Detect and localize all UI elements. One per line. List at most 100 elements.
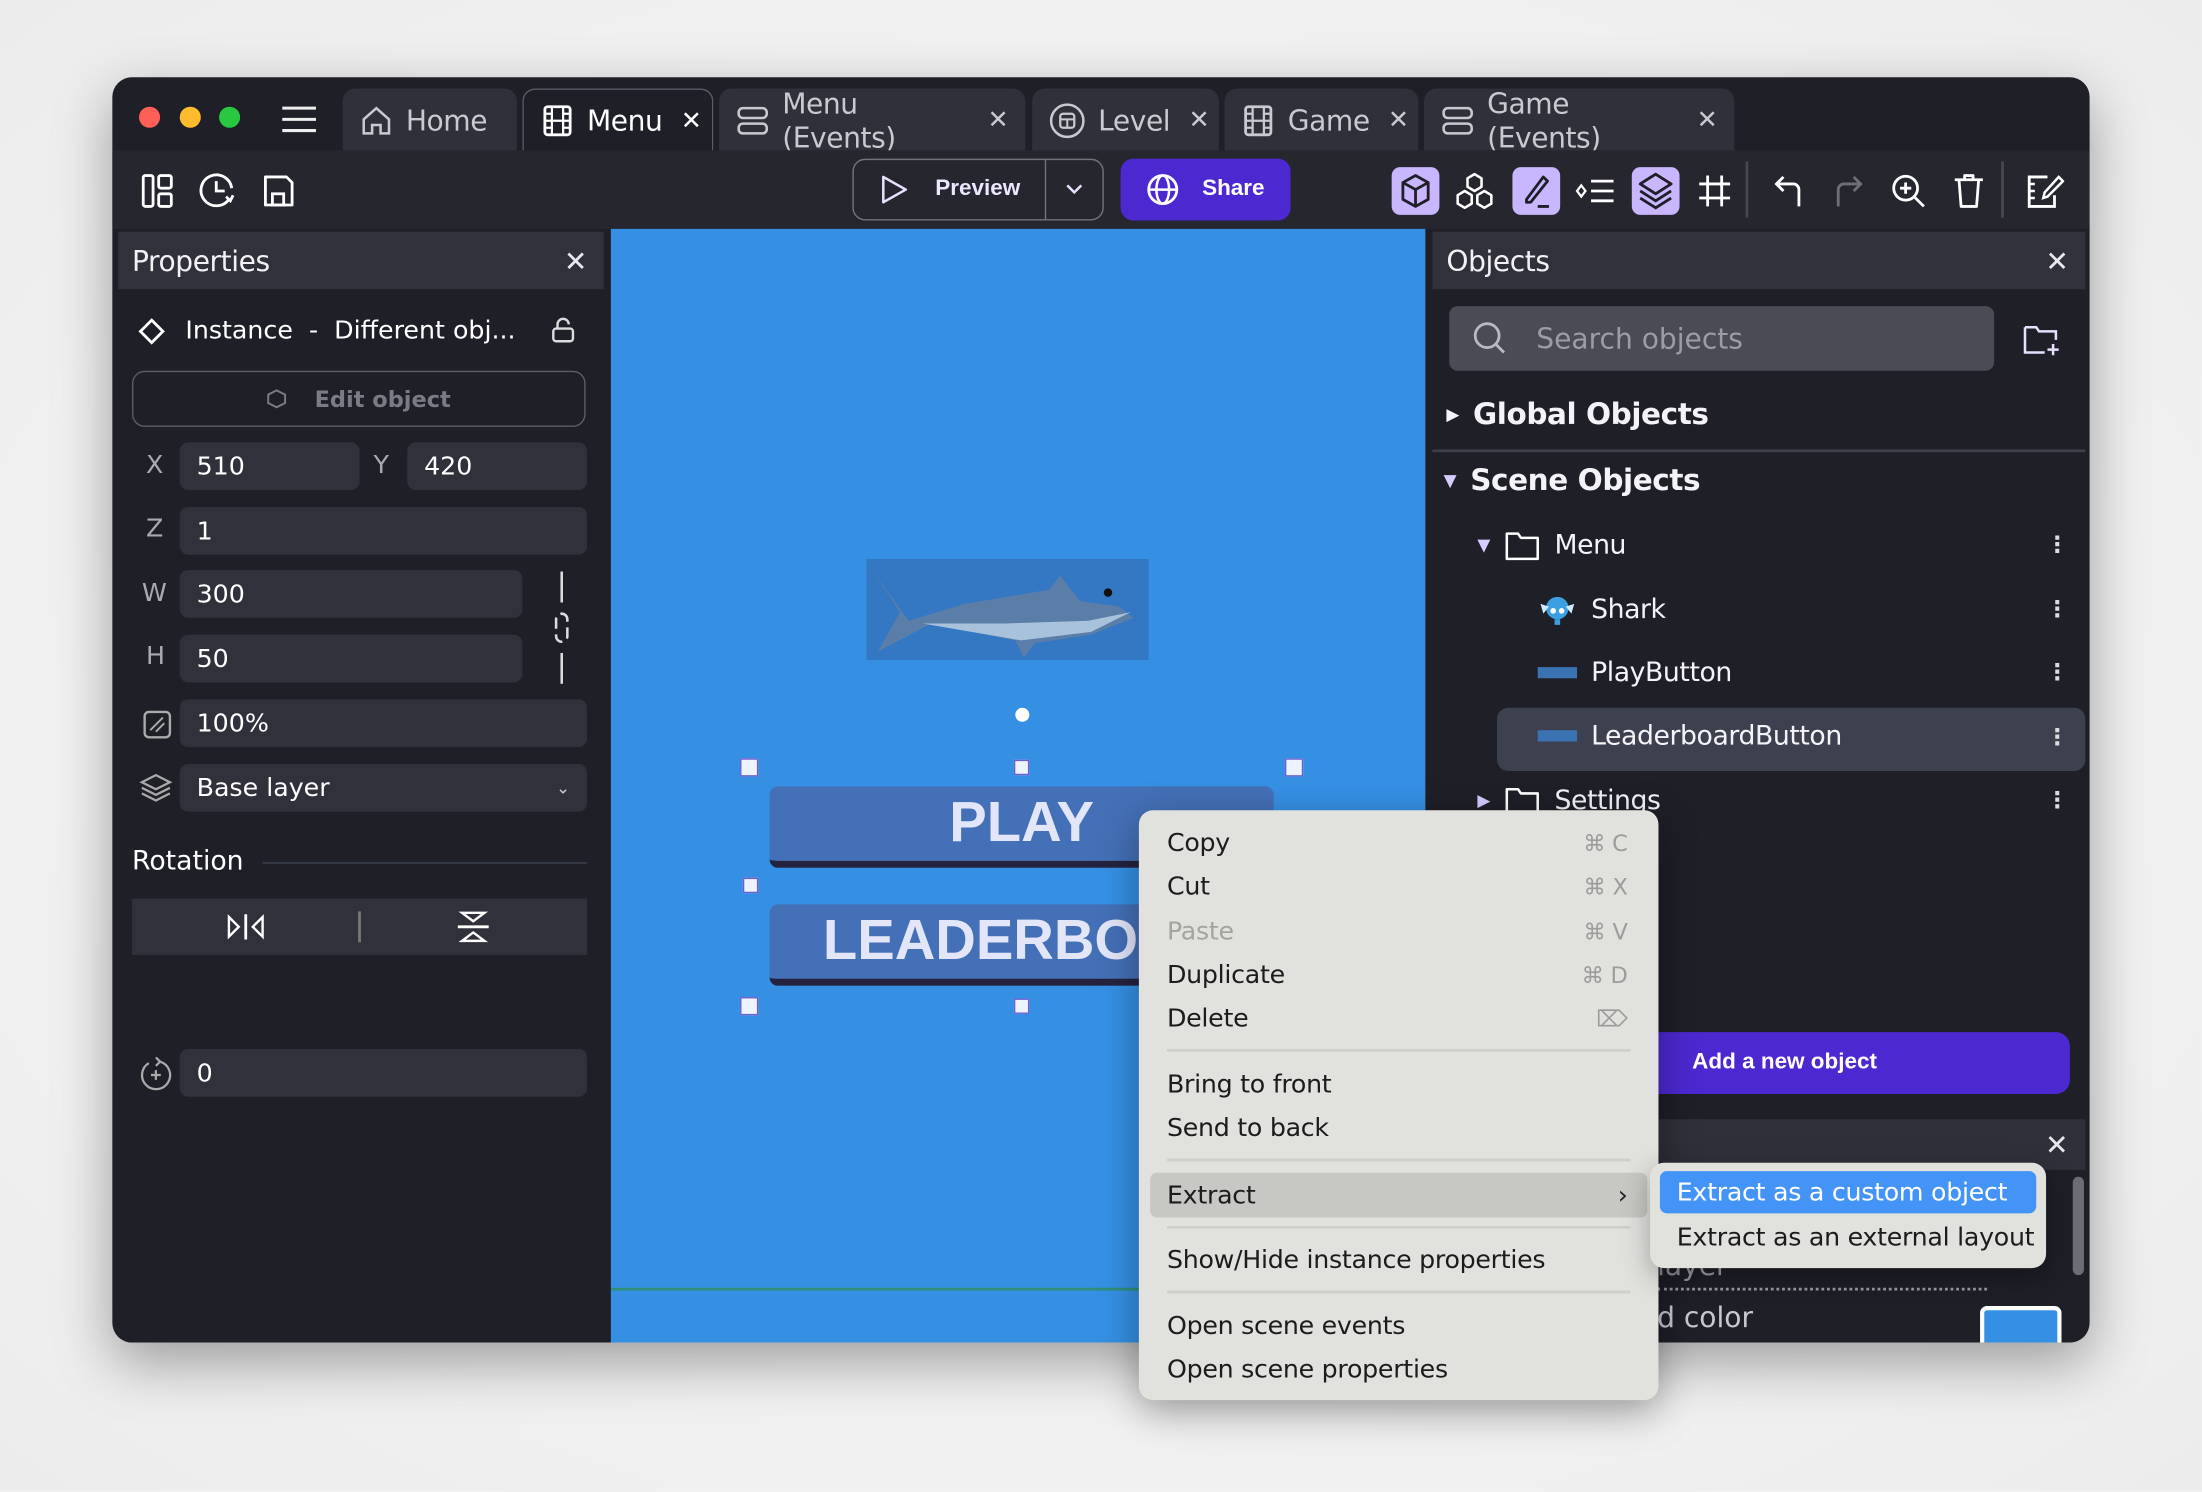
grid-icon[interactable] — [1691, 167, 1739, 215]
panel-sprite-icon — [1537, 667, 1578, 679]
global-objects-group[interactable]: ▶ Global Objects — [1446, 397, 1708, 431]
group-label: Scene Objects — [1470, 463, 1701, 498]
scrollbar[interactable] — [2072, 1176, 2084, 1276]
link-ratio-icon[interactable] — [550, 571, 572, 684]
unlock-icon[interactable] — [550, 317, 575, 343]
resize-handle[interactable] — [742, 877, 759, 894]
tab-game[interactable]: Game ✕ — [1224, 88, 1419, 152]
scene-objects-group[interactable]: ▼ Scene Objects — [1444, 463, 1701, 497]
undo-icon[interactable] — [1765, 167, 1813, 215]
menu-item-bring-to-front[interactable]: Bring to front — [1150, 1063, 1647, 1105]
layer-select[interactable]: Base layer ⌄ — [179, 763, 587, 812]
opacity-icon — [142, 709, 173, 740]
minimize-window-button[interactable] — [179, 106, 201, 128]
toolbar-divider — [2001, 161, 2004, 218]
menu-item-open-scene-properties[interactable]: Open scene properties — [1150, 1348, 1647, 1390]
menu-item-extract-custom-object[interactable]: Extract as a custom object — [1659, 1171, 2037, 1214]
share-button[interactable]: Share — [1120, 158, 1291, 221]
menu-item-extract[interactable]: Extract › — [1150, 1172, 1648, 1218]
close-window-button[interactable] — [139, 106, 161, 128]
redo-icon[interactable] — [1824, 167, 1872, 215]
menu-item-paste: Paste ⌘ V — [1150, 910, 1647, 952]
close-tab-icon[interactable]: ✕ — [1697, 105, 1718, 134]
y-label: Y — [373, 450, 389, 481]
close-icon[interactable]: ✕ — [564, 244, 588, 278]
menu-item-show-hide-instance-properties[interactable]: Show/Hide instance properties — [1150, 1239, 1647, 1281]
menu-item-open-scene-events[interactable]: Open scene events — [1150, 1305, 1647, 1347]
resize-handle[interactable] — [1284, 758, 1304, 777]
width-input[interactable]: 300 — [179, 570, 523, 618]
object-playbutton[interactable]: PlayButton — [1537, 657, 1732, 688]
object-shark[interactable]: Shark — [1538, 593, 1666, 627]
instances-list-icon[interactable] — [1571, 167, 1619, 215]
search-objects-input[interactable]: Search objects — [1449, 306, 1995, 371]
more-vertical-icon[interactable]: ⋮ — [2046, 786, 2068, 814]
close-icon[interactable]: ✕ — [2045, 1128, 2069, 1163]
opacity-input[interactable]: 100% — [179, 699, 587, 748]
folder-menu[interactable]: ▼ Menu — [1477, 528, 1626, 562]
resize-handle[interactable] — [740, 758, 759, 777]
save-icon[interactable] — [254, 167, 302, 215]
level-icon — [1049, 102, 1086, 139]
zoom-in-icon[interactable] — [1885, 167, 1933, 215]
y-input[interactable]: 420 — [407, 442, 587, 491]
add-folder-icon[interactable] — [2022, 322, 2061, 359]
flip-buttons — [132, 898, 587, 955]
tab-menu-events[interactable]: Menu (Events) ✕ — [719, 86, 1026, 154]
tab-game-events[interactable]: Game (Events) ✕ — [1423, 86, 1735, 154]
resize-handle[interactable] — [1013, 759, 1030, 776]
trash-icon[interactable] — [1945, 167, 1993, 215]
more-vertical-icon[interactable]: ⋮ — [2046, 531, 2068, 559]
height-input[interactable]: 50 — [179, 634, 523, 683]
close-icon[interactable]: ✕ — [2045, 244, 2069, 278]
panels-icon[interactable] — [133, 167, 181, 215]
chevron-down-icon — [1066, 184, 1083, 195]
preview-dropdown-button[interactable] — [1046, 183, 1102, 197]
object-leaderboardbutton[interactable]: LeaderboardButton — [1537, 720, 1842, 751]
edit-notes-icon[interactable] — [2021, 167, 2069, 215]
menu-item-copy[interactable]: Copy ⌘ C — [1150, 822, 1647, 864]
menu-item-cut[interactable]: Cut ⌘ X — [1150, 865, 1647, 907]
rotation-handle[interactable] — [1015, 707, 1030, 722]
resize-handle[interactable] — [740, 997, 759, 1016]
close-tab-icon[interactable]: ✕ — [988, 105, 1009, 134]
add-new-object-button[interactable]: Add a new object — [1628, 1032, 2070, 1094]
tab-home[interactable]: Home — [342, 88, 517, 152]
more-vertical-icon[interactable]: ⋮ — [2046, 659, 2068, 687]
tab-level[interactable]: Level ✕ — [1032, 88, 1219, 152]
menu-label: Bring to front — [1166, 1069, 1332, 1099]
hamburger-menu-icon[interactable] — [281, 105, 318, 133]
rotation-input[interactable]: 0 — [179, 1049, 587, 1097]
menu-item-delete[interactable]: Delete ⌦ — [1150, 997, 1647, 1039]
close-tab-icon[interactable]: ✕ — [681, 106, 702, 135]
close-tab-icon[interactable]: ✕ — [1388, 105, 1409, 134]
history-icon[interactable] — [194, 167, 242, 215]
object-groups-cubes-icon[interactable] — [1451, 167, 1499, 215]
resize-handle[interactable] — [1013, 998, 1030, 1014]
properties-toggle-pencil-icon[interactable] — [1512, 167, 1561, 215]
background-color-swatch[interactable] — [1980, 1305, 2062, 1343]
tab-menu[interactable]: Menu ✕ — [522, 88, 714, 152]
x-input[interactable]: 510 — [179, 442, 360, 491]
flip-vertical-button[interactable] — [361, 909, 587, 946]
dotted-divider — [1657, 1287, 1988, 1291]
search-icon — [1473, 322, 1505, 354]
objects-panel-toggle-cube-icon[interactable] — [1391, 167, 1440, 215]
layers-toggle-icon[interactable] — [1631, 167, 1680, 215]
maximize-window-button[interactable] — [219, 106, 241, 128]
search-placeholder: Search objects — [1536, 321, 1743, 356]
flip-horizontal-button[interactable] — [132, 911, 358, 942]
z-input[interactable]: 1 — [179, 506, 587, 555]
menu-item-extract-external-layout[interactable]: Extract as an external layout — [1660, 1216, 2036, 1258]
properties-panel: Properties ✕ Instance - Different obj...… — [117, 231, 604, 1343]
more-vertical-icon[interactable]: ⋮ — [2046, 723, 2068, 751]
edit-object-button[interactable]: Edit object — [132, 370, 586, 427]
menu-item-duplicate[interactable]: Duplicate ⌘ D — [1150, 954, 1647, 996]
menu-item-send-to-back[interactable]: Send to back — [1150, 1107, 1647, 1149]
shark-sprite[interactable] — [866, 558, 1149, 661]
menu-separator — [1166, 1158, 1631, 1162]
preview-button[interactable]: Preview — [854, 160, 1047, 220]
more-vertical-icon[interactable]: ⋮ — [2046, 595, 2068, 623]
globe-icon — [1147, 174, 1179, 206]
close-tab-icon[interactable]: ✕ — [1188, 105, 1209, 134]
